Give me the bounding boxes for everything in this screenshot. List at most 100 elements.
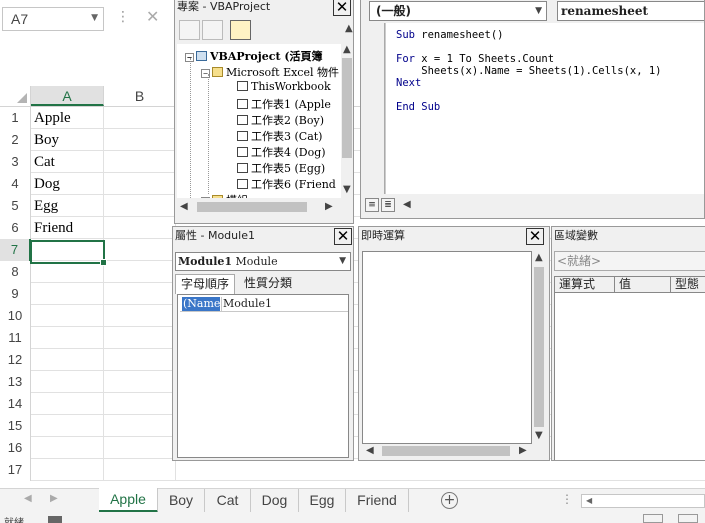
tree-item-sheet5[interactable]: 工作表5 (Egg) xyxy=(237,160,325,176)
sheet-tab-friend[interactable]: Friend xyxy=(346,489,409,512)
sheet-tab-apple[interactable]: Apple xyxy=(99,488,158,513)
row-header[interactable]: 8 xyxy=(0,261,31,283)
tree-item-sheet4[interactable]: 工作表4 (Dog) xyxy=(237,144,326,160)
scroll-left-icon[interactable]: ◀ xyxy=(586,496,592,505)
name-box[interactable]: A7 ▼ xyxy=(2,7,104,31)
tab-categorized[interactable]: 性質分類 xyxy=(237,274,299,294)
scroll-thumb[interactable] xyxy=(342,58,352,158)
scroll-up-icon[interactable]: ▲ xyxy=(535,252,543,263)
row-header[interactable]: 12 xyxy=(0,349,31,371)
view-code-icon[interactable] xyxy=(179,20,200,40)
normal-view-icon[interactable] xyxy=(643,514,663,523)
tree-node-folder[interactable]: − Microsoft Excel 物件 xyxy=(201,64,339,80)
procedure-view-icon[interactable]: ≡ xyxy=(365,198,379,212)
active-cell-outline[interactable] xyxy=(30,240,107,266)
procedure-combo[interactable]: renamesheet xyxy=(557,1,704,21)
locals-header-expression[interactable]: 運算式 xyxy=(555,277,615,293)
scroll-down-icon[interactable]: ▼ xyxy=(535,430,543,441)
scroll-right-icon[interactable]: ▶ xyxy=(325,201,333,212)
scroll-right-icon[interactable]: ▶ xyxy=(519,445,527,456)
row-header[interactable]: 9 xyxy=(0,283,31,305)
code-margin[interactable] xyxy=(365,23,385,194)
scroll-thumb[interactable] xyxy=(197,202,307,212)
horizontal-scrollbar[interactable]: ◀ ▶ xyxy=(177,200,341,214)
horizontal-scrollbar[interactable]: ◀ xyxy=(581,494,705,508)
scroll-thumb[interactable] xyxy=(534,267,544,427)
cell-b11[interactable] xyxy=(104,327,176,349)
row-header[interactable]: 4 xyxy=(0,173,31,195)
next-sheet-icon[interactable]: ▶ xyxy=(50,493,58,504)
cell-a12[interactable] xyxy=(31,349,104,371)
row-header[interactable]: 5 xyxy=(0,195,31,217)
cell-b17[interactable] xyxy=(104,459,176,481)
scroll-down-icon[interactable]: ▼ xyxy=(343,184,351,195)
cell-b1[interactable] xyxy=(104,107,176,129)
object-combo[interactable]: (一般) ▼ xyxy=(369,1,547,21)
cell-a2[interactable]: Boy xyxy=(31,129,104,151)
more-icon[interactable]: ⋮ xyxy=(561,492,573,506)
full-module-view-icon[interactable]: ≣ xyxy=(381,198,395,212)
tree-item-sheet2[interactable]: 工作表2 (Boy) xyxy=(237,112,324,128)
cell-a5[interactable]: Egg xyxy=(31,195,104,217)
macro-record-icon[interactable] xyxy=(48,516,62,523)
tree-item-sheet3[interactable]: 工作表3 (Cat) xyxy=(237,128,322,144)
collapse-icon[interactable]: − xyxy=(201,69,210,78)
column-header-b[interactable]: B xyxy=(104,86,176,106)
sheet-tab-boy[interactable]: Boy xyxy=(158,489,205,512)
cell-a6[interactable]: Friend xyxy=(31,217,104,239)
cell-b6[interactable] xyxy=(104,217,176,239)
row-header[interactable]: 17 xyxy=(0,459,31,481)
row-header[interactable]: 1 xyxy=(0,107,31,129)
cell-b2[interactable] xyxy=(104,129,176,151)
property-value[interactable]: Module1 xyxy=(223,297,272,311)
cell-b5[interactable] xyxy=(104,195,176,217)
cell-b8[interactable] xyxy=(104,261,176,283)
tree-item-sheet6[interactable]: 工作表6 (Friend xyxy=(237,176,336,192)
chevron-down-icon[interactable]: ▼ xyxy=(339,253,346,270)
scroll-left-icon[interactable]: ◀ xyxy=(403,199,411,210)
cell-b16[interactable] xyxy=(104,437,176,459)
cell-a15[interactable] xyxy=(31,415,104,437)
immediate-input[interactable] xyxy=(362,251,532,444)
toggle-folders-icon[interactable] xyxy=(230,20,251,40)
cell-b4[interactable] xyxy=(104,173,176,195)
cell-a3[interactable]: Cat xyxy=(31,151,104,173)
tree-item-sheet1[interactable]: 工作表1 (Apple xyxy=(237,96,331,112)
scroll-up-icon[interactable]: ▲ xyxy=(345,23,353,34)
row-header[interactable]: 10 xyxy=(0,305,31,327)
row-header[interactable]: 2 xyxy=(0,129,31,151)
prev-sheet-icon[interactable]: ◀ xyxy=(24,493,32,504)
cell-b10[interactable] xyxy=(104,305,176,327)
cell-a1[interactable]: Apple xyxy=(31,107,104,129)
cell-b3[interactable] xyxy=(104,151,176,173)
sheet-tab-dog[interactable]: Dog xyxy=(251,489,299,512)
cell-b12[interactable] xyxy=(104,349,176,371)
cell-a17[interactable] xyxy=(31,459,104,481)
row-header[interactable]: 7 xyxy=(0,239,31,261)
sheet-tab-cat[interactable]: Cat xyxy=(205,489,251,512)
expand-icon[interactable]: + xyxy=(201,197,210,198)
vertical-scrollbar[interactable]: ▲ ▼ xyxy=(341,44,353,198)
scroll-left-icon[interactable]: ◀ xyxy=(180,201,188,212)
cancel-icon[interactable]: ✕ xyxy=(146,7,159,26)
row-header[interactable]: 14 xyxy=(0,393,31,415)
tab-alphabetic[interactable]: 字母順序 xyxy=(175,274,235,294)
row-header[interactable]: 13 xyxy=(0,371,31,393)
cell-b9[interactable] xyxy=(104,283,176,305)
cell-b14[interactable] xyxy=(104,393,176,415)
row-header[interactable]: 11 xyxy=(0,327,31,349)
tree-node-modules[interactable]: +模組 xyxy=(201,192,248,198)
scroll-thumb[interactable] xyxy=(382,446,510,456)
tree-node-project[interactable]: − VBAProject (活頁簿 xyxy=(185,48,323,64)
collapse-icon[interactable]: − xyxy=(185,53,194,62)
code-editor[interactable]: Sub renamesheet() For x = 1 To Sheets.Co… xyxy=(385,23,704,194)
chevron-down-icon[interactable]: ▼ xyxy=(91,13,98,23)
cell-a13[interactable] xyxy=(31,371,104,393)
page-layout-icon[interactable] xyxy=(678,514,698,523)
cell-a10[interactable] xyxy=(31,305,104,327)
close-icon[interactable]: ✕ xyxy=(526,228,544,245)
locals-header-type[interactable]: 型態 xyxy=(671,277,705,293)
cell-b7[interactable] xyxy=(104,239,176,261)
tree-item-thisworkbook[interactable]: ThisWorkbook xyxy=(237,80,331,93)
cell-a16[interactable] xyxy=(31,437,104,459)
